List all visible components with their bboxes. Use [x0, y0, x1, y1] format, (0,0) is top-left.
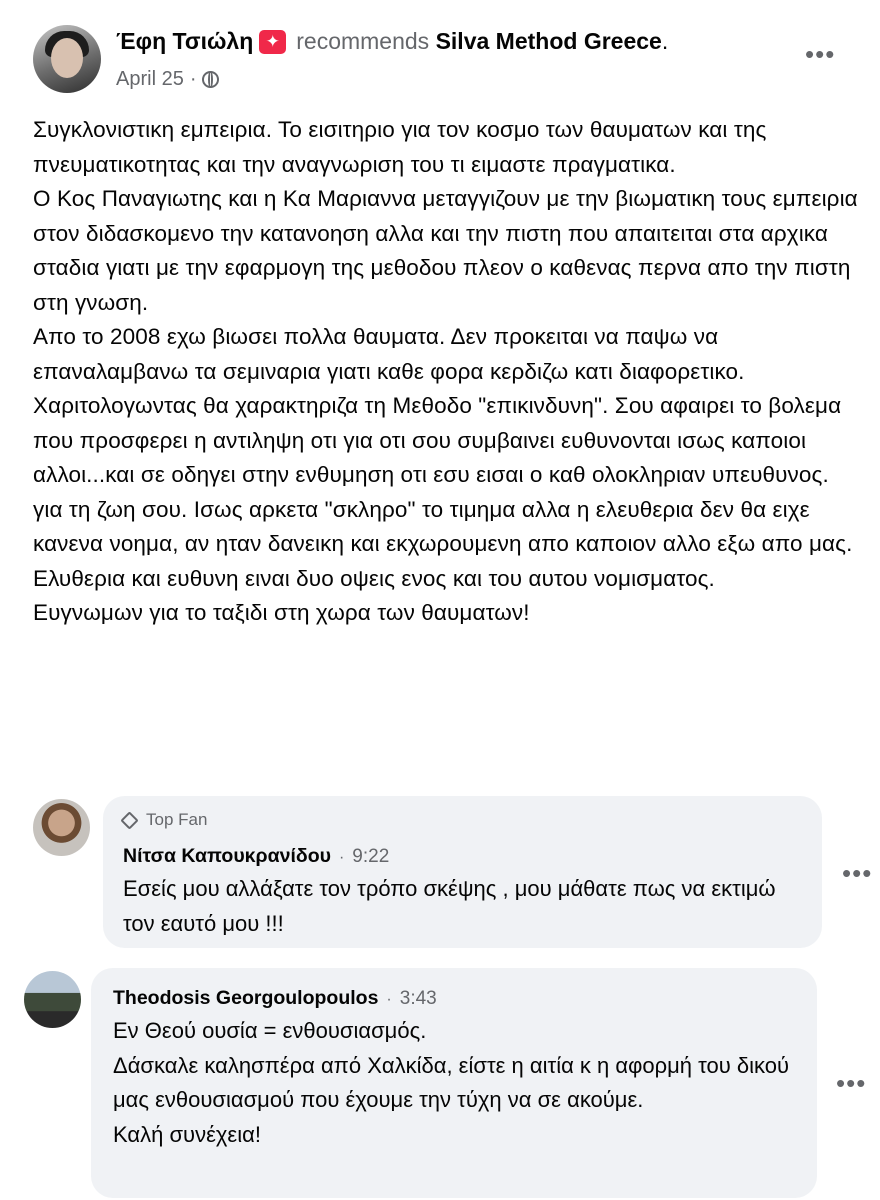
comment-text: Εσείς μου αλλάξατε τον τρόπο σκέψης , μο…	[123, 872, 803, 941]
post-paragraph: Ευγνωμων για το ταξιδι στη χωρα των θαυμ…	[33, 600, 530, 625]
author-avatar[interactable]	[33, 25, 101, 93]
commenter-avatar[interactable]	[33, 799, 90, 856]
header-period: .	[661, 28, 669, 54]
comment-time[interactable]: 3:43	[400, 988, 437, 1009]
separator-dot: ·	[386, 991, 392, 1008]
commenter-name[interactable]: Theodosis Georgoulopoulos	[113, 987, 378, 1009]
comment-options-button[interactable]: •••	[842, 860, 872, 886]
diamond-icon	[120, 810, 139, 830]
avatar-face	[51, 38, 83, 78]
top-fan-label: Top Fan	[146, 810, 208, 829]
post-paragraph: Ο Κος Παναγιωτης και η Κα Μαριαννα μεταγ…	[33, 186, 858, 315]
top-fan-badge: Top Fan	[120, 810, 208, 830]
comment-bubble: Top Fan Νίτσα Καπουκρανίδου · 9:22 Εσείς μ…	[103, 796, 822, 948]
comment-line: Δάσκαλε καλησπέρα από Χαλκίδα, είστε η α…	[113, 1052, 790, 1113]
post-date[interactable]: April 25	[116, 68, 184, 91]
comment-line: Εν Θεού ουσία = ενθουσιασμός.	[113, 1018, 427, 1043]
commenter-name[interactable]: Νίτσα Καπουκρανίδου	[123, 845, 331, 867]
post-meta: April 25 ·	[116, 68, 220, 91]
globe-icon[interactable]	[202, 71, 220, 88]
commenter-avatar[interactable]	[24, 971, 81, 1028]
page-name-link[interactable]: Silva Method Greece	[436, 28, 662, 54]
post-text: Συγκλονιστικη εμπειρια. Το εισιτηριο για…	[33, 113, 863, 631]
meta-separator: ·	[189, 68, 197, 90]
comment-bubble: Theodosis Georgoulopoulos · 3:43 Εν Θεού ο…	[91, 968, 817, 1198]
author-name[interactable]: Έφη Τσιώλη	[116, 28, 253, 54]
star-badge-icon: ✦	[259, 30, 287, 54]
post-header: Έφη Τσιώλη ✦ recommends Silva Method Greec…	[116, 28, 668, 55]
comment-line: Εσείς μου αλλάξατε τον τρόπο σκέψης , μο…	[123, 876, 776, 936]
comment-header: Theodosis Georgoulopoulos · 3:43	[113, 987, 437, 1010]
comment-options-button[interactable]: •••	[836, 1070, 866, 1096]
recommends-label: recommends	[296, 28, 430, 54]
post-options-button[interactable]: •••	[805, 41, 835, 67]
post-paragraph: Απο το 2008 εχω βιωσει πολλα θαυματα. Δε…	[33, 324, 745, 384]
post-paragraph: Συγκλονιστικη εμπειρια. Το εισιτηριο για…	[33, 117, 767, 177]
post-paragraph: Χαριτολογωντας θα χαρακτηριζα τη Μεθοδο …	[33, 393, 853, 591]
comment-line: Καλή συνέχεια!	[113, 1121, 261, 1147]
comment-time[interactable]: 9:22	[352, 846, 389, 867]
post-card: Έφη Τσιώλη ✦ recommends Silva Method Greec…	[0, 0, 880, 785]
separator-dot: ·	[338, 849, 345, 866]
comment-header: Νίτσα Καπουκρανίδου · 9:22	[123, 845, 389, 868]
comment-text: Εν Θεού ουσία = ενθουσιασμός. Δάσκαλε κα…	[113, 1014, 803, 1152]
